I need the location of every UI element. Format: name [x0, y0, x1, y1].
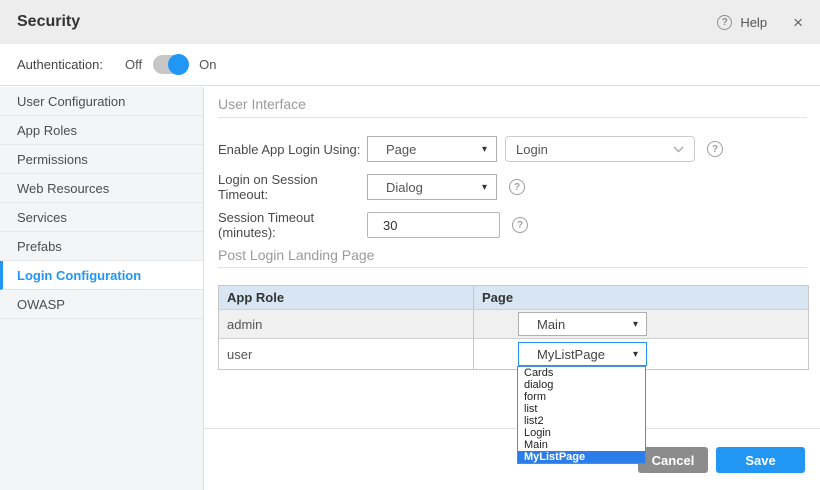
session-timeout-login-label: Login on Session Timeout: — [218, 172, 367, 202]
enable-app-login-label: Enable App Login Using: — [218, 142, 367, 157]
sidebar: User Configuration App Roles Permissions… — [0, 87, 204, 490]
dropdown-arrow-icon: ▾ — [482, 182, 487, 193]
post-login-heading: Post Login Landing Page — [218, 247, 374, 263]
session-timeout-login-row: Login on Session Timeout: Dialog ▾ ? — [218, 174, 525, 200]
column-header-app-role: App Role — [219, 286, 473, 309]
table-row: admin Main ▾ — [219, 309, 808, 338]
enable-app-login-type-select[interactable]: Page ▾ — [367, 136, 497, 162]
section-divider — [218, 267, 807, 268]
authentication-bar: Authentication: Off On — [0, 44, 820, 86]
page-cell: Main ▾ — [473, 310, 808, 338]
toggle-on-label: On — [199, 57, 216, 72]
help-button[interactable]: ? Help — [717, 15, 767, 30]
authentication-toggle[interactable] — [153, 55, 188, 74]
admin-page-value: Main — [537, 317, 565, 332]
close-icon[interactable]: × — [793, 14, 803, 31]
sidebar-item-app-roles[interactable]: App Roles — [0, 116, 203, 145]
help-icon[interactable]: ? — [512, 217, 528, 233]
help-icon[interactable]: ? — [707, 141, 723, 157]
app-role-cell: admin — [219, 310, 473, 338]
session-timeout-login-value: Dialog — [386, 180, 423, 195]
column-header-page: Page — [473, 286, 808, 309]
dropdown-option-list2[interactable]: list2 — [518, 415, 645, 427]
header-actions: ? Help × — [717, 14, 803, 31]
help-icon: ? — [717, 15, 732, 30]
dropdown-arrow-icon: ▾ — [633, 349, 638, 360]
page-title: Security — [17, 13, 80, 31]
sidebar-item-permissions[interactable]: Permissions — [0, 145, 203, 174]
sidebar-item-user-configuration[interactable]: User Configuration — [0, 87, 203, 116]
enable-app-login-row: Enable App Login Using: Page ▾ Login ? — [218, 136, 723, 162]
help-icon[interactable]: ? — [509, 179, 525, 195]
sidebar-item-login-configuration[interactable]: Login Configuration — [0, 261, 203, 290]
dropdown-option-mylistpage[interactable]: MyListPage — [518, 451, 645, 463]
enable-app-login-type-value: Page — [386, 142, 416, 157]
user-interface-heading: User Interface — [218, 96, 306, 112]
session-timeout-input[interactable] — [367, 212, 500, 238]
cancel-button[interactable]: Cancel — [638, 447, 708, 473]
dropdown-arrow-icon: ▾ — [633, 319, 638, 330]
chevron-down-icon — [673, 146, 684, 153]
toggle-knob — [168, 54, 189, 75]
post-login-table: App Role Page admin Main ▾ user MyListPa… — [218, 285, 809, 370]
authentication-label: Authentication: — [17, 57, 103, 72]
toggle-off-label: Off — [125, 57, 142, 72]
app-role-cell: user — [219, 339, 473, 369]
page-dropdown-list: Cards dialog form list list2 Login Main … — [517, 366, 646, 464]
dropdown-option-form[interactable]: form — [518, 391, 645, 403]
session-timeout-minutes-label: Session Timeout (minutes): — [218, 210, 367, 240]
dropdown-option-main[interactable]: Main — [518, 439, 645, 451]
session-timeout-login-select[interactable]: Dialog ▾ — [367, 174, 497, 200]
dropdown-option-cards[interactable]: Cards — [518, 367, 645, 379]
page-cell: MyListPage ▾ — [473, 339, 808, 369]
user-page-value: MyListPage — [537, 347, 605, 362]
section-divider — [218, 117, 807, 118]
sidebar-item-services[interactable]: Services — [0, 203, 203, 232]
dropdown-option-list[interactable]: list — [518, 403, 645, 415]
app-header: Security ? Help × — [0, 0, 820, 44]
security-panel: Security ? Help × Authentication: Off On… — [0, 0, 820, 490]
dropdown-arrow-icon: ▾ — [482, 144, 487, 155]
footer-divider — [205, 428, 820, 429]
table-row: user MyListPage ▾ — [219, 338, 808, 369]
dropdown-option-login[interactable]: Login — [518, 427, 645, 439]
sidebar-item-web-resources[interactable]: Web Resources — [0, 174, 203, 203]
session-timeout-minutes-row: Session Timeout (minutes): ? — [218, 212, 528, 238]
save-button[interactable]: Save — [716, 447, 805, 473]
user-page-select[interactable]: MyListPage ▾ — [518, 342, 647, 366]
dropdown-option-dialog[interactable]: dialog — [518, 379, 645, 391]
help-label: Help — [740, 15, 767, 30]
table-header-row: App Role Page — [219, 286, 808, 309]
sidebar-item-prefabs[interactable]: Prefabs — [0, 232, 203, 261]
admin-page-select[interactable]: Main ▾ — [518, 312, 647, 336]
sidebar-item-owasp[interactable]: OWASP — [0, 290, 203, 319]
enable-app-login-page-select[interactable]: Login — [505, 136, 695, 162]
enable-app-login-page-value: Login — [516, 142, 548, 157]
